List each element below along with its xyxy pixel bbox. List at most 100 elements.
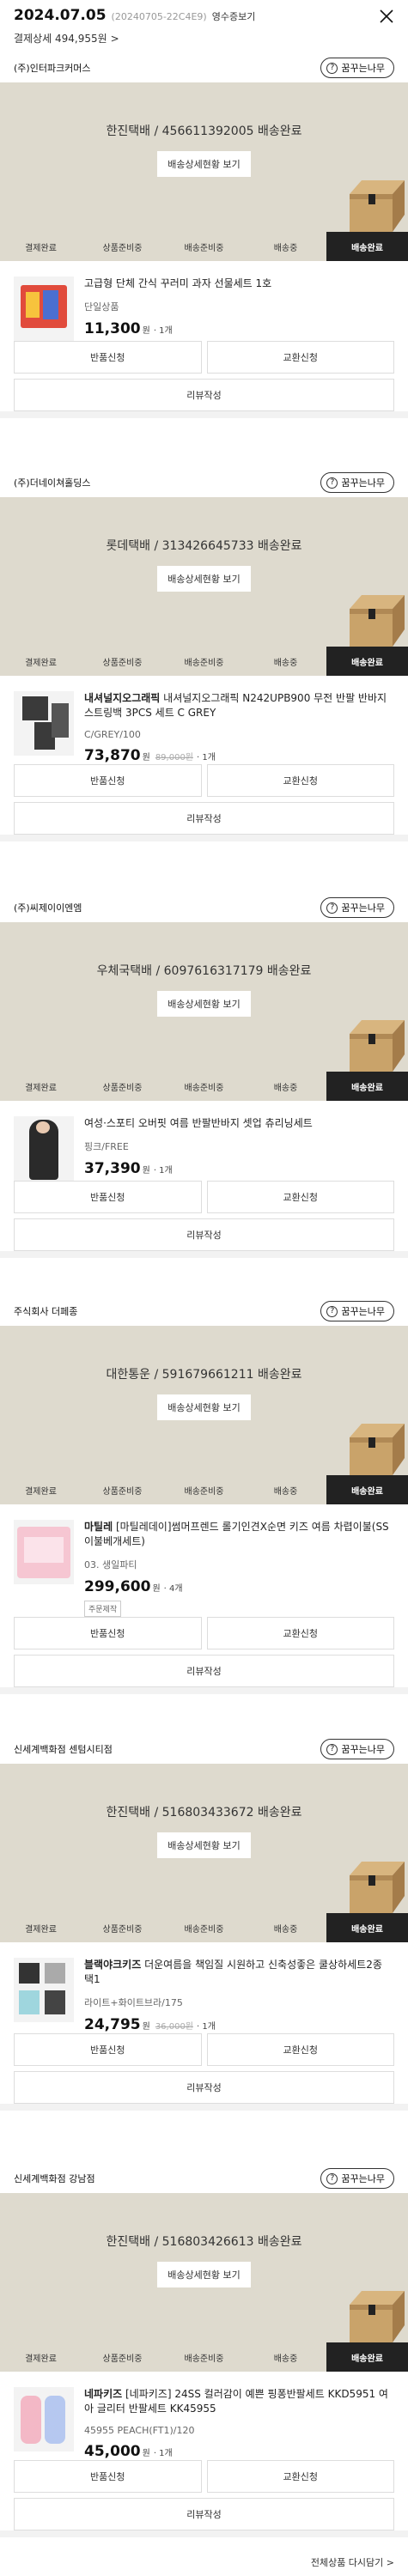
product-name: 여성·스포티 오버핏 여름 반팔반바지 셋업 츄리닝세트 [84,1117,313,1129]
product-quantity: · 4개 [163,1584,183,1594]
delivery-status-panel: 롯데택배 / 313426645733 배송완료 배송상세현황 보기 결제완료 상… [0,497,408,676]
delivery-step: 배송준비중 [163,647,245,676]
receipt-link[interactable]: 영수증보기 [212,9,256,23]
who-button[interactable]: ? 꿈꾸는나무 [320,58,394,78]
delivery-status-panel: 한진택배 / 516803426613 배송완료 배송상세현황 보기 결제완료 상… [0,2193,408,2372]
exchange-button[interactable]: 교환신청 [206,764,394,797]
order-number: (20240705-22C4E9) [111,11,207,22]
delivery-step: 상품준비중 [82,232,163,261]
currency-label: 원 [142,2449,150,2458]
section-divider [0,1687,408,1694]
delivery-box-icon [350,2291,405,2342]
question-icon: ? [326,477,338,489]
tracking-info: 롯데택배 / 313426645733 배송완료 [106,539,302,553]
delivery-detail-button[interactable]: 배송상세현황 보기 [157,2262,251,2287]
seller-section: 신세계백화점 센텀시티점 ? 꿈꾸는나무 한진택배 / 516803433672… [0,1735,408,2111]
exchange-button[interactable]: 교환신청 [206,1617,394,1649]
product-item[interactable]: 여성·스포티 오버핏 여름 반팔반바지 셋업 츄리닝세트 핑크/FREE 37,… [0,1101,408,1181]
review-button[interactable]: 리뷰작성 [14,2498,394,2530]
who-button[interactable]: ? 꿈꾸는나무 [320,2168,394,2189]
close-icon[interactable] [377,7,396,26]
currency-label: 원 [142,1166,150,1176]
chevron-right-icon: > [110,32,119,45]
delivery-step: 상품준비중 [82,1913,163,1942]
return-button[interactable]: 반품신청 [14,1617,202,1649]
payment-detail-label: 결제상세 494,955원 [14,33,107,45]
delivery-step: 배송준비중 [163,2342,245,2372]
review-button[interactable]: 리뷰작성 [14,1218,394,1251]
review-button[interactable]: 리뷰작성 [14,379,394,411]
reorder-all-link[interactable]: 전체상품 다시담기 > [311,2555,394,2569]
delivery-box-icon [350,180,405,232]
original-price: 36,000원 [155,2022,194,2032]
product-option: C/GREY/100 [84,729,141,740]
exchange-button[interactable]: 교환신청 [206,2033,394,2066]
who-button[interactable]: ? 꿈꾸는나무 [320,897,394,918]
original-price: 89,000원 [155,753,194,762]
product-thumbnail[interactable] [14,1520,74,1584]
product-quantity: · 1개 [197,753,216,762]
return-button[interactable]: 반품신청 [14,2460,202,2493]
delivery-detail-button[interactable]: 배송상세현황 보기 [157,1394,251,1420]
delivery-detail-button[interactable]: 배송상세현황 보기 [157,1832,251,1858]
product-price: 299,600 [84,1578,151,1595]
who-button[interactable]: ? 꿈꾸는나무 [320,1301,394,1321]
exchange-button[interactable]: 교환신청 [206,2460,394,2493]
delivery-step: 배송완료 [326,1475,408,1504]
delivery-step: 상품준비중 [82,647,163,676]
exchange-button[interactable]: 교환신청 [206,1181,394,1213]
return-button[interactable]: 반품신청 [14,1181,202,1213]
delivery-status-panel: 우체국택배 / 6097616317179 배송완료 배송상세현황 보기 결제완… [0,922,408,1101]
who-button[interactable]: ? 꿈꾸는나무 [320,472,394,493]
delivery-box-icon [350,1424,405,1475]
delivery-steps: 결제완료 상품준비중 배송준비중 배송중 배송완료 [0,2342,408,2372]
seller-name: (주)인터파크커머스 [14,63,91,74]
delivery-step: 상품준비중 [82,1475,163,1504]
delivery-step: 결제완료 [0,232,82,261]
section-divider [0,835,408,841]
product-thumbnail[interactable] [14,1116,74,1181]
seller-section: 주식회사 더페종 ? 꿈꾸는나무 대한통운 / 591679661211 배송완… [0,1297,408,1694]
payment-detail-link[interactable]: 결제상세 494,955원 > [14,31,394,46]
delivery-step: 배송중 [245,2342,326,2372]
exchange-button[interactable]: 교환신청 [206,341,394,374]
delivery-step: 결제완료 [0,2342,82,2372]
product-item[interactable]: 고급형 단체 간식 꾸러미 과자 선물세트 1호 단일상품 11,300 원 ·… [0,261,408,341]
product-thumbnail[interactable] [14,691,74,756]
delivery-box-icon [350,1862,405,1913]
delivery-status-panel: 대한통운 / 591679661211 배송완료 배송상세현황 보기 결제완료 상… [0,1326,408,1504]
product-name: 블랙야크키즈 더운여름을 책임질 시원하고 신축성좋은 쿨상하세트2종 택1 [84,1959,382,1985]
product-item[interactable]: 블랙야크키즈 더운여름을 책임질 시원하고 신축성좋은 쿨상하세트2종 택1 라… [0,1942,408,2033]
product-price: 11,300 [84,320,141,337]
return-button[interactable]: 반품신청 [14,2033,202,2066]
review-button[interactable]: 리뷰작성 [14,802,394,835]
delivery-step: 배송중 [245,1913,326,1942]
return-button[interactable]: 반품신청 [14,764,202,797]
delivery-detail-button[interactable]: 배송상세현황 보기 [157,566,251,592]
product-thumbnail[interactable] [14,2387,74,2451]
who-label: 꿈꾸는나무 [341,2173,385,2184]
review-button[interactable]: 리뷰작성 [14,1655,394,1687]
delivery-step: 배송완료 [326,1072,408,1101]
who-label: 꿈꾸는나무 [341,902,385,914]
product-thumbnail[interactable] [14,1958,74,2022]
seller-section: (주)더네이쳐홀딩스 ? 꿈꾸는나무 롯데택배 / 313426645733 배… [0,468,408,841]
delivery-detail-button[interactable]: 배송상세현황 보기 [157,151,251,177]
delivery-step: 배송완료 [326,2342,408,2372]
product-option: 03. 생일파티 [84,1559,137,1571]
delivery-step: 배송완료 [326,1913,408,1942]
seller-section: 신세계백화점 강남점 ? 꿈꾸는나무 한진택배 / 516803426613 배… [0,2164,408,2537]
delivery-step: 배송준비중 [163,1475,245,1504]
delivery-step: 결제완료 [0,1475,82,1504]
who-button[interactable]: ? 꿈꾸는나무 [320,1739,394,1759]
delivery-step: 배송준비중 [163,232,245,261]
delivery-step: 결제완료 [0,647,82,676]
product-item[interactable]: 마틸레 [마틸레데이]썸머프렌드 롤기인견X순면 키즈 여름 차렵이불(SS 이… [0,1504,408,1617]
delivery-detail-button[interactable]: 배송상세현황 보기 [157,991,251,1017]
return-button[interactable]: 반품신청 [14,341,202,374]
product-item[interactable]: 내셔널지오그래픽 내셔널지오그래픽 N242UPB900 무전 반팔 반바지 스… [0,676,408,764]
product-thumbnail[interactable] [14,276,74,341]
product-price: 37,390 [84,1160,141,1177]
review-button[interactable]: 리뷰작성 [14,2071,394,2104]
product-item[interactable]: 네파키즈 [네파키즈] 24SS 컬러감이 예쁜 핑퐁반팔세트 KKD5951 … [0,2372,408,2460]
